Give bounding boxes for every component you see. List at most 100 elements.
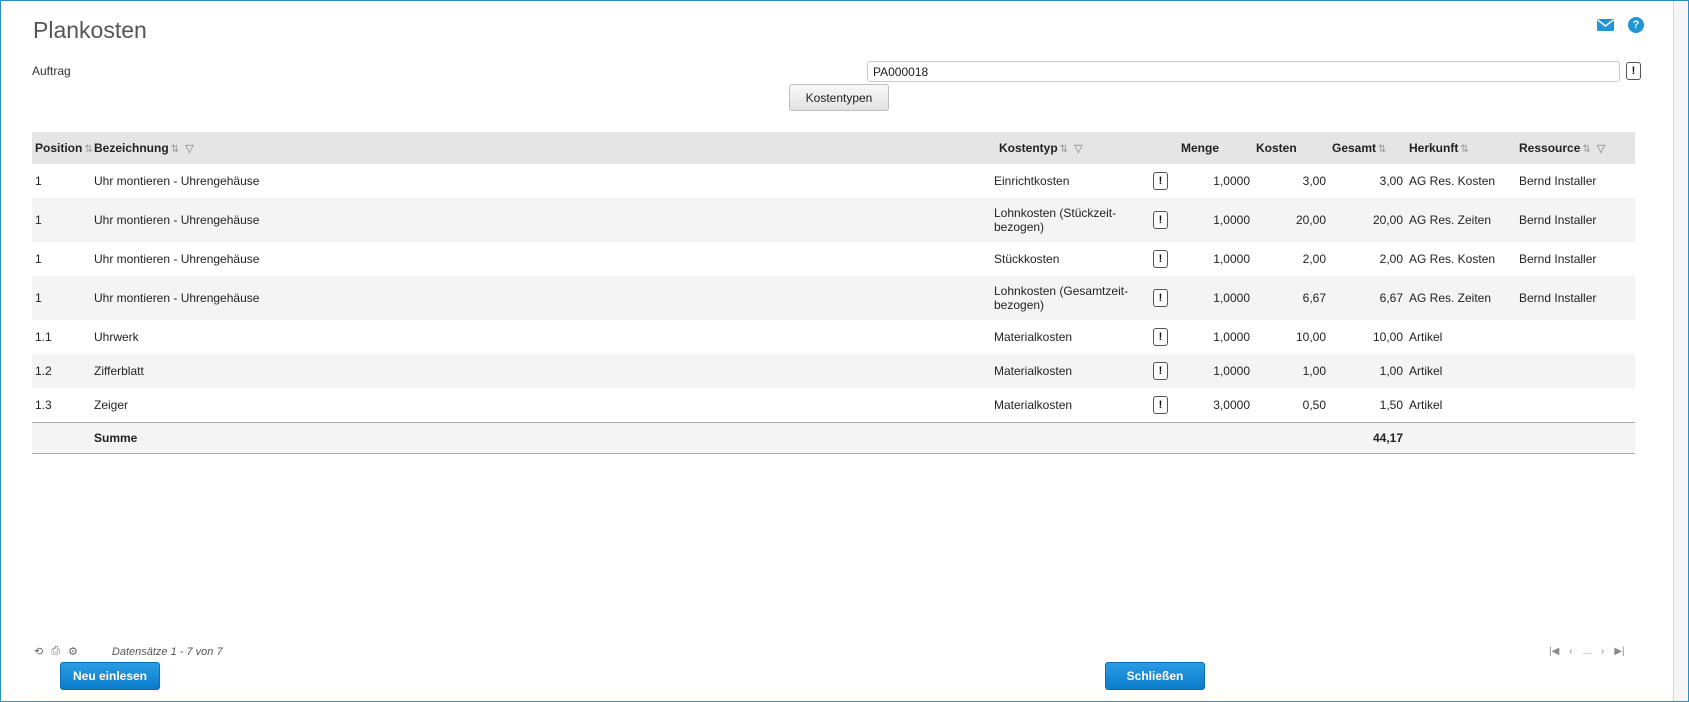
table-row[interactable]: 1.2 Zifferblatt Materialkosten ! 1,0000 … xyxy=(32,354,1635,388)
mail-icon[interactable] xyxy=(1597,19,1614,31)
sort-icon[interactable]: ⇅ xyxy=(171,144,179,155)
cell-bezeichnung: Uhr montieren - Uhrengehäuse xyxy=(94,252,260,266)
page-title: Plankosten xyxy=(33,17,147,43)
cell-herkunft: AG Res. Zeiten xyxy=(1409,213,1492,227)
column-header-ressource[interactable]: Ressource ⇅ ▽ xyxy=(1516,132,1635,164)
sort-icon[interactable]: ⇅ xyxy=(84,144,92,155)
table-row[interactable]: 1 Uhr montieren - Uhrengehäuse Lohnkoste… xyxy=(32,198,1635,242)
cell-gesamt: 1,50 xyxy=(1379,397,1403,412)
cell-gesamt: 2,00 xyxy=(1379,252,1403,266)
table-row[interactable]: 1 Uhr montieren - Uhrengehäuse Einrichtk… xyxy=(32,164,1635,198)
row-info-button[interactable]: ! xyxy=(1153,289,1168,307)
cell-kostentyp: Materialkosten xyxy=(994,397,1073,412)
cell-ressource: Bernd Installer xyxy=(1519,291,1597,305)
cell-menge: 1,0000 xyxy=(1213,291,1250,305)
cell-ressource xyxy=(1516,388,1635,422)
cell-gesamt: 3,00 xyxy=(1379,174,1403,188)
cell-bezeichnung: Uhr montieren - Uhrengehäuse xyxy=(94,213,260,227)
help-icon[interactable]: ? xyxy=(1628,17,1644,33)
cell-bezeichnung: Uhr montieren - Uhrengehäuse xyxy=(94,291,260,305)
cell-ressource: Bernd Installer xyxy=(1519,174,1597,188)
column-header-herkunft[interactable]: Herkunft ⇅ xyxy=(1406,132,1516,164)
record-status: Datensätze 1 - 7 von 7 xyxy=(111,645,223,658)
first-page-icon[interactable]: |◀ xyxy=(1549,646,1559,657)
pagination: |◀ ‹ ... › ▶| xyxy=(1549,646,1625,657)
sort-icon[interactable]: ⇅ xyxy=(1378,144,1386,155)
filter-icon[interactable]: ▽ xyxy=(185,143,193,155)
cell-menge: 1,0000 xyxy=(1213,364,1250,378)
row-info-button[interactable]: ! xyxy=(1153,328,1168,346)
cell-kosten: 0,50 xyxy=(1302,397,1326,412)
refresh-icon[interactable]: ⟲ xyxy=(34,645,43,658)
next-page-icon[interactable]: › xyxy=(1601,646,1604,657)
cell-menge: 1,0000 xyxy=(1213,252,1250,266)
cell-herkunft: AG Res. Zeiten xyxy=(1409,291,1492,305)
cell-position: 1.3 xyxy=(35,397,52,412)
cell-kostentyp: Materialkosten xyxy=(994,364,1073,378)
kostentypen-button[interactable]: Kostentypen xyxy=(789,84,889,111)
cell-kostentyp: Stückkosten xyxy=(994,252,1060,266)
cell-ressource xyxy=(1516,354,1635,388)
cell-herkunft: Artikel xyxy=(1409,397,1443,412)
cell-kosten: 10,00 xyxy=(1295,330,1326,344)
cell-kostentyp: Materialkosten xyxy=(994,330,1073,344)
cell-herkunft: AG Res. Kosten xyxy=(1409,252,1496,266)
table-row[interactable]: 1.3 Zeiger Materialkosten ! 3,0000 0,50 … xyxy=(32,388,1635,422)
row-info-button[interactable]: ! xyxy=(1153,395,1168,414)
table-header-row: Position ⇅ Bezeichnung ⇅ ▽ Kostentyp ⇅ ▽ Meng… xyxy=(32,132,1635,164)
page-ellipsis: ... xyxy=(1582,646,1591,657)
plan-costs-table: Position ⇅ Bezeichnung ⇅ ▽ Kostentyp ⇅ ▽ Meng… xyxy=(32,132,1635,454)
cell-gesamt: 20,00 xyxy=(1372,213,1403,227)
cell-kosten: 20,00 xyxy=(1295,213,1326,227)
print-icon[interactable]: ⎙ xyxy=(51,645,60,658)
settings-icon[interactable]: ⚙ xyxy=(68,645,78,658)
row-info-button[interactable]: ! xyxy=(1153,250,1168,268)
cell-ressource: Bernd Installer xyxy=(1519,252,1597,266)
cell-herkunft: AG Res. Kosten xyxy=(1409,174,1496,188)
cell-kosten: 2,00 xyxy=(1302,252,1326,266)
sort-icon[interactable]: ⇅ xyxy=(1060,144,1068,155)
cell-kostentyp: Einrichtkosten xyxy=(994,174,1070,188)
filter-icon[interactable]: ▽ xyxy=(1597,143,1605,155)
top-icon-bar: ? xyxy=(1597,17,1644,33)
prev-page-icon[interactable]: ‹ xyxy=(1569,646,1572,657)
cell-position: 1 xyxy=(35,252,42,266)
order-lookup-button[interactable]: ! xyxy=(1626,62,1641,80)
filter-icon[interactable]: ▽ xyxy=(1074,143,1082,155)
summary-total: 44,17 xyxy=(1372,430,1403,445)
row-info-button[interactable]: ! xyxy=(1153,362,1168,380)
cell-menge: 1,0000 xyxy=(1213,174,1250,188)
cell-position: 1 xyxy=(35,291,42,305)
cell-ressource: Bernd Installer xyxy=(1519,213,1597,227)
column-header-gesamt[interactable]: Gesamt ⇅ xyxy=(1329,132,1406,164)
table-row[interactable]: 1 Uhr montieren - Uhrengehäuse Stückkost… xyxy=(32,242,1635,276)
column-header-kosten[interactable]: Kosten xyxy=(1253,132,1329,164)
column-header-menge[interactable]: Menge xyxy=(1178,132,1253,164)
last-page-icon[interactable]: ▶| xyxy=(1614,646,1624,657)
table-row[interactable]: 1.1 Uhrwerk Materialkosten ! 1,0000 10,0… xyxy=(32,320,1635,354)
close-button[interactable]: Schließen xyxy=(1105,662,1205,690)
cell-position: 1 xyxy=(35,174,42,188)
summary-label: Summe xyxy=(94,430,138,445)
row-info-button[interactable]: ! xyxy=(1153,172,1168,190)
column-header-bezeichnung[interactable]: Bezeichnung ⇅ ▽ xyxy=(91,132,991,164)
cell-kosten: 6,67 xyxy=(1302,291,1326,305)
cell-kosten: 1,00 xyxy=(1302,364,1326,378)
cell-ressource xyxy=(1516,320,1635,354)
table-row[interactable]: 1 Uhr montieren - Uhrengehäuse Lohnkoste… xyxy=(32,276,1635,320)
column-header-position[interactable]: Position ⇅ xyxy=(32,132,93,164)
sort-icon[interactable]: ⇅ xyxy=(1460,144,1468,155)
cell-bezeichnung: Zifferblatt xyxy=(94,364,144,378)
cell-bezeichnung: Uhr montieren - Uhrengehäuse xyxy=(94,174,260,188)
order-input[interactable] xyxy=(867,61,1620,82)
cell-kostentyp: Lohnkosten (Stückzeit-bezogen) xyxy=(994,206,1117,234)
column-header-kostentyp[interactable]: Kostentyp ⇅ ▽ xyxy=(991,132,1143,164)
vertical-scrollbar[interactable] xyxy=(1673,1,1688,701)
row-info-button[interactable]: ! xyxy=(1153,211,1168,229)
cell-position: 1.1 xyxy=(35,330,52,344)
cell-position: 1 xyxy=(35,213,42,227)
cell-menge: 1,0000 xyxy=(1213,213,1250,227)
reload-button[interactable]: Neu einlesen xyxy=(60,662,160,690)
sort-icon[interactable]: ⇅ xyxy=(1582,144,1590,155)
cell-position: 1.2 xyxy=(35,364,52,378)
